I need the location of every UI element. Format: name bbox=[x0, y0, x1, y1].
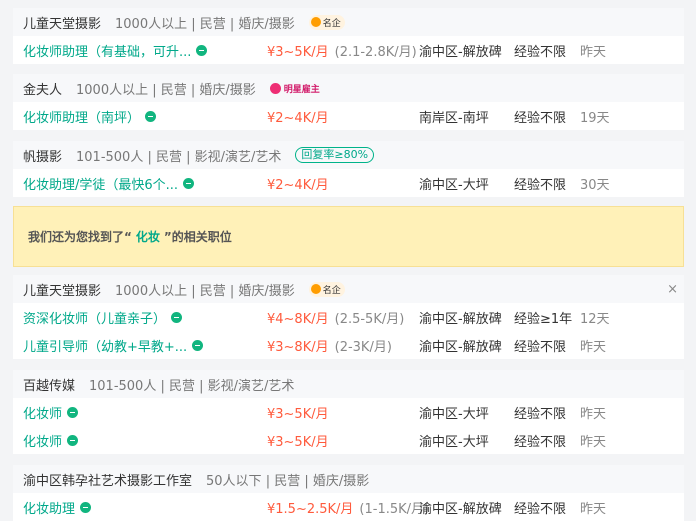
job-location: 渝中区-大坪 bbox=[419, 406, 489, 422]
company-meta: 101-500人 | 民营 | 影视/演艺/艺术 bbox=[89, 378, 295, 394]
job-salary: ¥2~4K/月 bbox=[267, 177, 329, 193]
job-row[interactable]: 化妆师 ¥3~5K/月 渝中区-大坪 经验不限 昨天 bbox=[13, 398, 684, 426]
job-time: 昨天 bbox=[580, 339, 607, 355]
job-location: 渝中区-解放碑 bbox=[419, 501, 502, 517]
company-header: 百越传媒 101-500人 | 民营 | 影视/演艺/艺术 bbox=[13, 370, 684, 398]
job-time: 昨天 bbox=[580, 501, 607, 517]
job-title[interactable]: 资深化妆师（儿童亲子） bbox=[23, 308, 166, 327]
company-name[interactable]: 渝中区韩孕社艺术摄影工作室 bbox=[23, 470, 192, 489]
job-row[interactable]: 儿童引导师（幼教+早教+... ¥3~8K/月 (2-3K/月) 渝中区-解放碑 … bbox=[13, 331, 684, 359]
job-salary: ¥2~4K/月 bbox=[267, 110, 329, 126]
job-location: 南岸区-南坪 bbox=[419, 110, 489, 126]
company-card: 百越传媒 101-500人 | 民营 | 影视/演艺/艺术 化妆师 ¥3~5K/… bbox=[13, 370, 684, 454]
company-meta: 101-500人 | 民营 | 影视/演艺/艺术 bbox=[76, 149, 282, 165]
company-name[interactable]: 百越传媒 bbox=[23, 375, 75, 394]
job-time: 昨天 bbox=[580, 434, 607, 450]
job-experience: 经验不限 bbox=[514, 406, 567, 422]
company-meta: 1000人以上 | 民营 | 婚庆/摄影 bbox=[115, 16, 295, 32]
reply-rate-badge: 回复率≥80% bbox=[295, 147, 375, 163]
chat-icon[interactable] bbox=[145, 110, 157, 122]
crown-icon bbox=[310, 17, 321, 27]
job-time: 12天 bbox=[580, 311, 610, 327]
job-experience: 经验不限 bbox=[514, 339, 567, 355]
job-title[interactable]: 儿童引导师（幼教+早教+... bbox=[23, 336, 187, 355]
famous-company-badge: 名企 bbox=[308, 281, 345, 297]
company-name[interactable]: 儿童天堂摄影 bbox=[23, 280, 101, 299]
job-time: 昨天 bbox=[580, 44, 607, 60]
chat-icon[interactable] bbox=[80, 501, 92, 513]
company-card: 帆摄影 101-500人 | 民营 | 影视/演艺/艺术 回复率≥80% 化妆助… bbox=[13, 141, 684, 197]
company-card: 儿童天堂摄影 1000人以上 | 民营 | 婚庆/摄影 名企 化妆师助理（有基础… bbox=[13, 8, 684, 64]
job-experience: 经验不限 bbox=[514, 434, 567, 450]
badge-label: 名企 bbox=[322, 285, 341, 296]
chat-icon[interactable] bbox=[196, 44, 208, 56]
job-experience: 经验不限 bbox=[514, 44, 567, 60]
company-name[interactable]: 儿童天堂摄影 bbox=[23, 13, 101, 32]
job-salary: ¥1.5~2.5K/月 (1-1.5K/月) bbox=[267, 501, 430, 517]
job-experience: 经验不限 bbox=[514, 110, 567, 126]
company-meta: 1000人以上 | 民营 | 婚庆/摄影 bbox=[115, 283, 295, 299]
job-location: 渝中区-大坪 bbox=[419, 177, 489, 193]
company-header: 帆摄影 101-500人 | 民营 | 影视/演艺/艺术 回复率≥80% bbox=[13, 141, 684, 169]
company-card: 渝中区韩孕社艺术摄影工作室 50人以下 | 民营 | 婚庆/摄影 化妆助理 ¥1… bbox=[13, 465, 684, 521]
company-header: 渝中区韩孕社艺术摄影工作室 50人以下 | 民营 | 婚庆/摄影 bbox=[13, 465, 684, 493]
badge-label: 明星雇主 bbox=[283, 84, 320, 95]
company-card: 金夫人 1000人以上 | 民营 | 婚庆/摄影 明星雇主 化妆师助理（南坪） … bbox=[13, 74, 684, 130]
job-salary: ¥3~5K/月 bbox=[267, 406, 329, 422]
job-title[interactable]: 化妆助理 bbox=[23, 498, 75, 517]
star-employer-badge: 明星雇主 bbox=[269, 82, 320, 95]
chat-icon[interactable] bbox=[67, 406, 79, 418]
job-salary: ¥3~8K/月 (2-3K/月) bbox=[267, 339, 392, 355]
company-name[interactable]: 帆摄影 bbox=[23, 146, 62, 165]
job-salary: ¥3~5K/月 bbox=[267, 434, 329, 450]
job-title[interactable]: 化妆师 bbox=[23, 403, 62, 422]
notice-keyword: 化妆 bbox=[135, 230, 160, 244]
job-location: 渝中区-大坪 bbox=[419, 434, 489, 450]
company-meta: 1000人以上 | 民营 | 婚庆/摄影 bbox=[76, 82, 256, 98]
company-header: 儿童天堂摄影 1000人以上 | 民营 | 婚庆/摄影 名企 × bbox=[13, 275, 684, 303]
company-meta: 50人以下 | 民营 | 婚庆/摄影 bbox=[206, 473, 370, 489]
chat-icon[interactable] bbox=[183, 177, 195, 189]
heart-icon bbox=[269, 82, 281, 94]
job-experience: 经验不限 bbox=[514, 501, 567, 517]
job-row[interactable]: 化妆助理/学徒（最快6个... ¥2~4K/月 渝中区-大坪 经验不限 30天 bbox=[13, 169, 684, 197]
chat-icon[interactable] bbox=[171, 311, 183, 323]
chat-icon[interactable] bbox=[67, 434, 79, 446]
job-row[interactable]: 化妆师助理（南坪） ¥2~4K/月 南岸区-南坪 经验不限 19天 bbox=[13, 102, 684, 130]
chat-icon[interactable] bbox=[192, 339, 204, 351]
job-experience: 经验不限 bbox=[514, 177, 567, 193]
job-time: 30天 bbox=[580, 177, 610, 193]
company-header: 金夫人 1000人以上 | 民营 | 婚庆/摄影 明星雇主 bbox=[13, 74, 684, 102]
famous-company-badge: 名企 bbox=[308, 14, 345, 30]
job-row[interactable]: 化妆助理 ¥1.5~2.5K/月 (1-1.5K/月) 渝中区-解放碑 经验不限 … bbox=[13, 493, 684, 521]
job-row[interactable]: 化妆师 ¥3~5K/月 渝中区-大坪 经验不限 昨天 bbox=[13, 426, 684, 454]
job-time: 昨天 bbox=[580, 406, 607, 422]
notice-text: 我们还为您找到了“ 化妆 ”的相关职位 bbox=[28, 230, 232, 244]
job-results-list: 儿童天堂摄影 1000人以上 | 民营 | 婚庆/摄影 名企 化妆师助理（有基础… bbox=[0, 0, 696, 521]
crown-icon bbox=[310, 284, 321, 294]
job-location: 渝中区-解放碑 bbox=[419, 311, 502, 327]
job-row[interactable]: 资深化妆师（儿童亲子） ¥4~8K/月 (2.5-5K/月) 渝中区-解放碑 经验… bbox=[13, 303, 684, 331]
job-title[interactable]: 化妆师 bbox=[23, 431, 62, 450]
job-row[interactable]: 化妆师助理（有基础，可升... ¥3~5K/月 (2.1-2.8K/月) 渝中区-… bbox=[13, 36, 684, 64]
company-header: 儿童天堂摄影 1000人以上 | 民营 | 婚庆/摄影 名企 bbox=[13, 8, 684, 36]
job-experience: 经验≥1年 bbox=[514, 311, 573, 327]
job-location: 渝中区-解放碑 bbox=[419, 44, 502, 60]
close-icon[interactable]: × bbox=[667, 282, 678, 297]
related-jobs-notice: 我们还为您找到了“ 化妆 ”的相关职位 bbox=[13, 206, 684, 267]
job-title[interactable]: 化妆师助理（南坪） bbox=[23, 107, 140, 126]
company-card: 儿童天堂摄影 1000人以上 | 民营 | 婚庆/摄影 名企 × 资深化妆师（儿… bbox=[13, 275, 684, 359]
job-salary: ¥4~8K/月 (2.5-5K/月) bbox=[267, 311, 405, 327]
job-salary: ¥3~5K/月 (2.1-2.8K/月) bbox=[267, 44, 417, 60]
job-location: 渝中区-解放碑 bbox=[419, 339, 502, 355]
job-title[interactable]: 化妆助理/学徒（最快6个... bbox=[23, 174, 178, 193]
job-time: 19天 bbox=[580, 110, 610, 126]
job-title[interactable]: 化妆师助理（有基础，可升... bbox=[23, 41, 191, 60]
badge-label: 名企 bbox=[322, 18, 341, 29]
company-name[interactable]: 金夫人 bbox=[23, 79, 62, 98]
